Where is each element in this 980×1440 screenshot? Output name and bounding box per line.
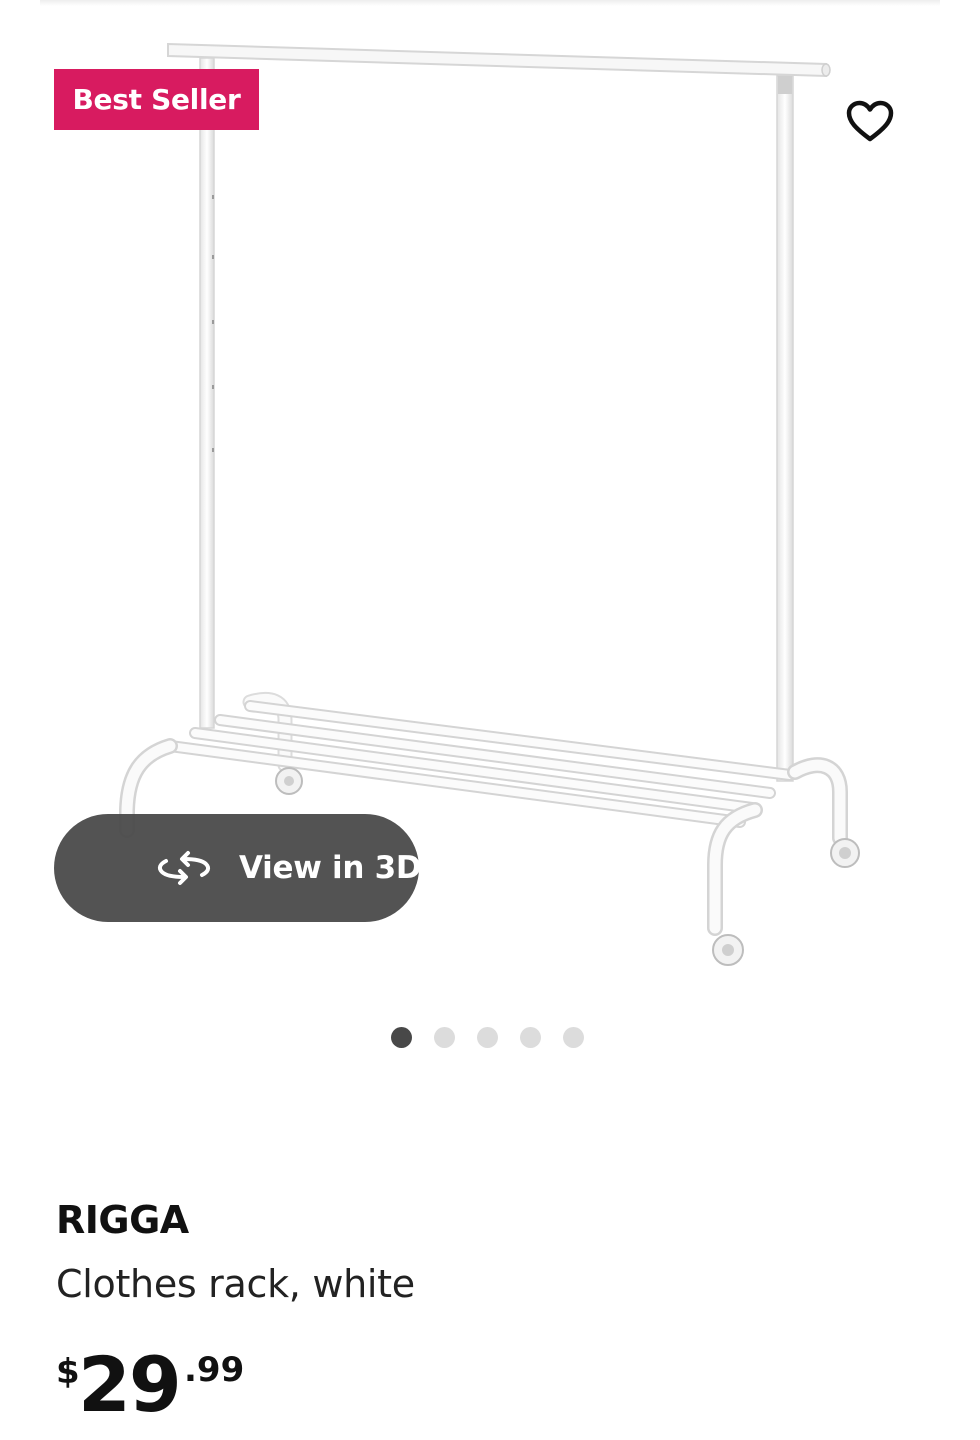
heart-outline-icon bbox=[846, 100, 894, 142]
price-decimal: .99 bbox=[184, 1350, 245, 1390]
favorite-button[interactable] bbox=[838, 92, 902, 152]
best-seller-badge: Best Seller bbox=[54, 69, 259, 130]
carousel-dot-3[interactable] bbox=[477, 1027, 498, 1048]
product-description: Clothes rack, white bbox=[56, 1262, 415, 1306]
price-currency: $ bbox=[56, 1352, 80, 1392]
view-in-3d-label: View in 3D bbox=[239, 850, 422, 886]
carousel-pagination bbox=[391, 1027, 584, 1049]
carousel-dot-1[interactable] bbox=[391, 1027, 412, 1048]
carousel-dot-4[interactable] bbox=[520, 1027, 541, 1048]
carousel-dot-2[interactable] bbox=[434, 1027, 455, 1048]
rotate-3d-icon bbox=[157, 851, 211, 885]
product-image-gallery[interactable]: Best Seller View in 3D bbox=[0, 0, 980, 1080]
view-in-3d-button[interactable]: View in 3D bbox=[54, 814, 422, 922]
product-name: RIGGA bbox=[56, 1198, 189, 1242]
price-integer: 29 bbox=[78, 1340, 182, 1429]
carousel-dot-5[interactable] bbox=[563, 1027, 584, 1048]
